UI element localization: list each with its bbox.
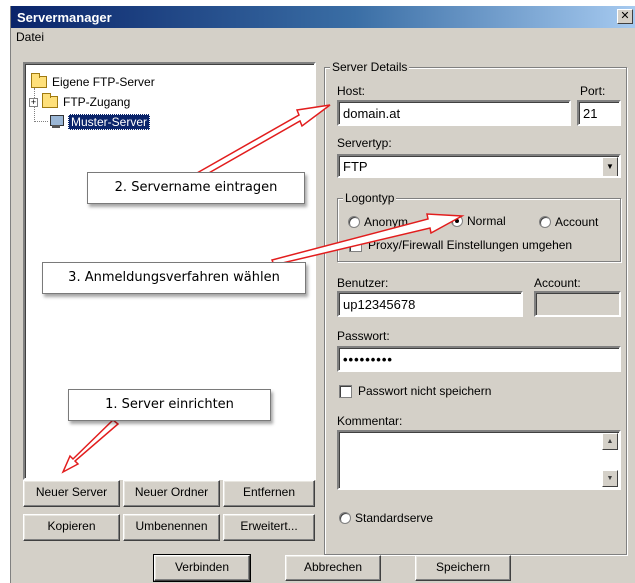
callout-step2: 2. Servername eintragen: [87, 172, 305, 204]
radio-account[interactable]: Account: [539, 215, 598, 229]
server-details-label: Server Details: [330, 60, 410, 74]
dont-save-password-checkbox[interactable]: Passwort nicht speichern: [339, 384, 491, 398]
tree-item-muster-server[interactable]: Muster-Server: [49, 114, 151, 130]
server-computer-icon: [49, 115, 64, 129]
close-icon[interactable]: ✕: [617, 9, 633, 24]
new-server-button[interactable]: Neuer Server: [23, 480, 120, 507]
expand-icon[interactable]: +: [29, 97, 38, 107]
host-input[interactable]: domain.at: [337, 100, 571, 126]
tree-item-ftp-zugang[interactable]: + FTP-Zugang: [29, 93, 131, 109]
remove-button[interactable]: Entfernen: [223, 480, 315, 507]
comment-label: Kommentar:: [337, 414, 403, 428]
proxy-checkbox-box: [349, 239, 362, 252]
dont-save-password-box: [339, 385, 352, 398]
menu-bar: Datei: [11, 30, 44, 48]
servermanager-window: Servermanager ✕ Datei Eigene FTP-Server …: [10, 6, 635, 583]
rename-button[interactable]: Umbenennen: [123, 514, 220, 541]
port-input[interactable]: 21: [577, 100, 621, 126]
folder-icon: [42, 93, 58, 108]
user-input[interactable]: up12345678: [337, 291, 523, 317]
account-input: [534, 291, 621, 317]
user-label: Benutzer:: [337, 276, 389, 290]
tree-item-muster-server-label: Muster-Server: [68, 114, 151, 130]
radio-account-label: Account: [555, 215, 599, 229]
scroll-up-icon[interactable]: ▲: [602, 433, 618, 450]
folder-open-icon: [31, 73, 47, 88]
cancel-button[interactable]: Abbrechen: [285, 555, 381, 581]
title-bar: Servermanager ✕: [11, 6, 635, 28]
save-button[interactable]: Speichern: [415, 555, 511, 581]
callout-step1: 1. Server einrichten: [68, 389, 271, 421]
tree-item-root[interactable]: Eigene FTP-Server: [31, 73, 155, 89]
port-label: Port:: [580, 84, 606, 98]
scroll-down-icon[interactable]: ▼: [602, 470, 618, 487]
servertype-select[interactable]: FTP ▼: [337, 154, 621, 178]
logontype-group: [337, 198, 621, 262]
menu-datei[interactable]: Datei: [16, 30, 44, 44]
connect-button[interactable]: Verbinden: [153, 554, 251, 582]
radio-normal-label: Normal: [467, 214, 506, 228]
window-title: Servermanager: [17, 10, 112, 25]
radio-standard-server[interactable]: Standardserve: [339, 511, 433, 525]
account-label: Account:: [534, 276, 581, 290]
tree-connector: [34, 121, 48, 122]
callout-step3: 3. Anmeldungsverfahren wählen: [42, 262, 306, 294]
radio-account-icon: [539, 216, 551, 228]
password-label: Passwort:: [337, 329, 390, 343]
comment-textarea[interactable]: ▲ ▼: [337, 430, 621, 490]
radio-standard-server-icon: [339, 512, 351, 524]
radio-anonym-label: Anonym: [364, 215, 409, 229]
servertype-label: Servertyp:: [337, 136, 392, 150]
chevron-down-icon[interactable]: ▼: [602, 157, 618, 176]
proxy-checkbox[interactable]: Proxy/Firewall Einstellungen umgehen: [349, 238, 572, 252]
radio-anonym[interactable]: Anonym: [348, 215, 408, 229]
logontype-label: Logontyp: [343, 191, 397, 205]
dont-save-password-label: Passwort nicht speichern: [358, 384, 492, 398]
radio-anonym-icon: [348, 216, 360, 228]
password-input[interactable]: •••••••••: [337, 346, 621, 372]
copy-button[interactable]: Kopieren: [23, 514, 120, 541]
servertype-value: FTP: [343, 159, 368, 174]
host-label: Host:: [337, 84, 366, 98]
radio-normal[interactable]: Normal: [451, 214, 506, 228]
new-folder-button[interactable]: Neuer Ordner: [123, 480, 220, 507]
proxy-checkbox-label: Proxy/Firewall Einstellungen umgehen: [368, 238, 573, 252]
tree-item-ftp-zugang-label: FTP-Zugang: [63, 95, 131, 109]
tree-item-root-label: Eigene FTP-Server: [52, 75, 155, 89]
radio-standard-server-label: Standardserve: [355, 511, 434, 525]
radio-normal-icon: [451, 215, 463, 227]
advanced-button[interactable]: Erweitert...: [223, 514, 315, 541]
